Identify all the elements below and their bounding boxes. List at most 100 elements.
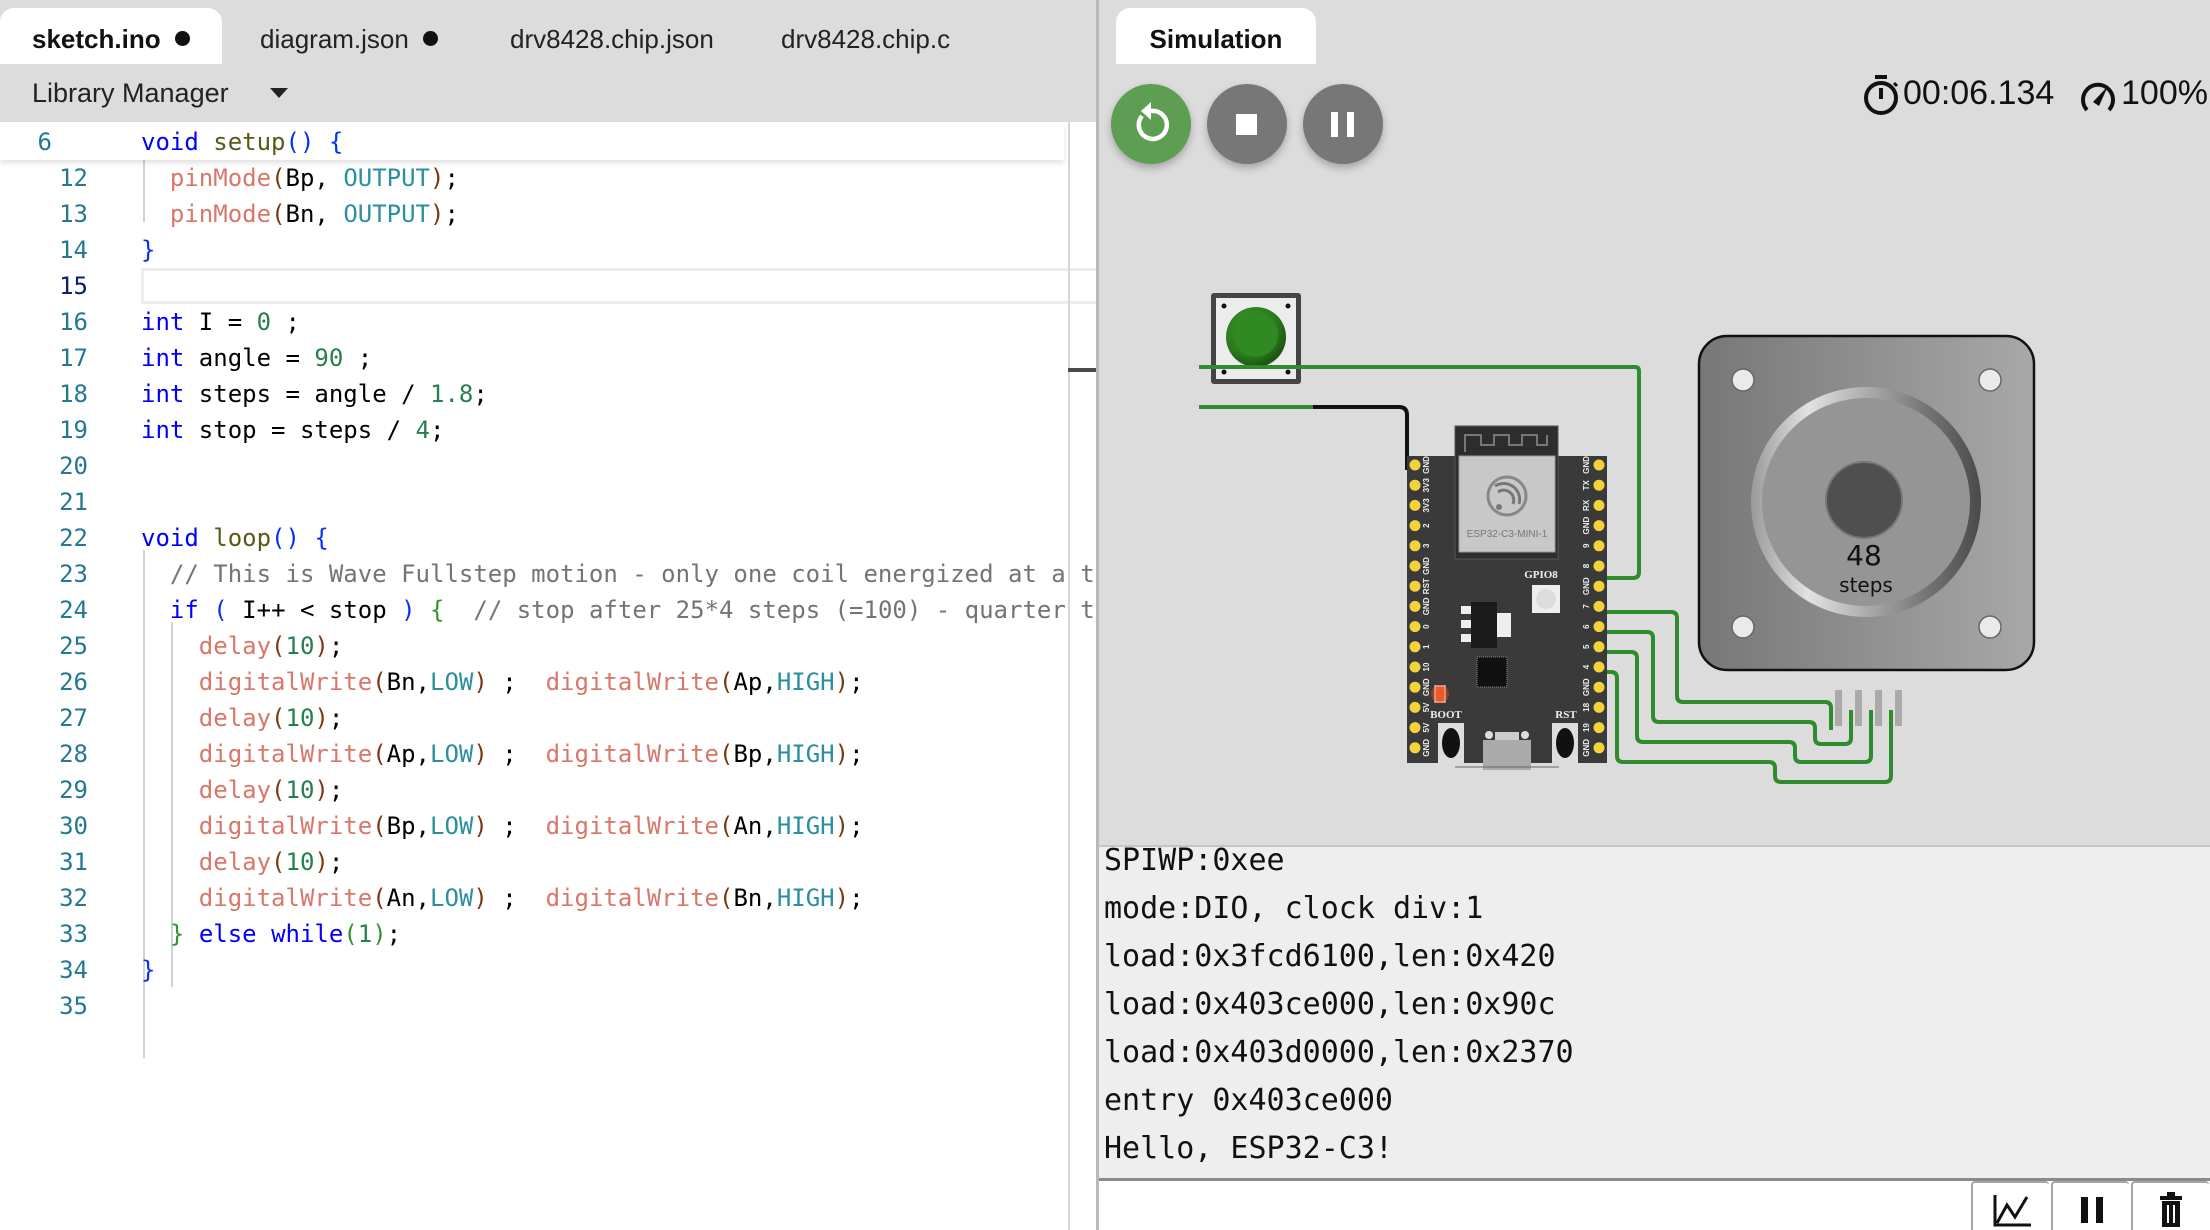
stepper-position-unit: steps (1839, 573, 1893, 597)
code-line[interactable]: 14} (0, 232, 1068, 268)
code-line[interactable]: 13 pinMode(Bn, OUTPUT); (0, 196, 1068, 232)
board-pin[interactable] (1593, 681, 1605, 693)
wire-gpio4-to-stepper[interactable] (1599, 670, 1893, 784)
scrollbar-position-marker[interactable] (1068, 368, 1096, 372)
code-line[interactable]: 17 int angle = 90 ; (0, 340, 1068, 376)
code-text: delay(10); (198, 704, 344, 732)
board-pin[interactable] (1593, 742, 1605, 754)
board-pin[interactable] (1593, 499, 1605, 511)
serial-output-line: SPIWP:0xee (1104, 845, 1285, 878)
code-line[interactable]: 23 // This is Wave Fullstep motion - onl… (0, 556, 1095, 592)
board-pin-label: GND (1582, 678, 1591, 696)
elapsed-time: 00:06.134 (1903, 74, 2055, 112)
board-pin[interactable] (1409, 499, 1421, 511)
board-pin[interactable] (1409, 701, 1421, 713)
gpio8-led-label: GPIO8 (1524, 569, 1558, 581)
board-pin-label: 4 (1582, 664, 1591, 669)
circuit-diagram[interactable]: ESP32-C3-MINI-1 GPIO8 BOOT RST GND 3V3 3V3… (1099, 170, 2210, 845)
editor-vertical-scrollbar[interactable] (1068, 122, 1070, 1230)
serial-plotter-button[interactable] (1971, 1181, 2049, 1230)
library-manager-button[interactable]: Library Manager (32, 78, 229, 109)
code-editor[interactable]: 6 void setup() {12 pinMode(Bp, OUTPUT); 13… (0, 122, 1096, 1230)
board-pin[interactable] (1409, 560, 1421, 572)
editor-pane: sketch.ino diagram.json drv8428.chip.jso… (0, 0, 1096, 1230)
board-pin[interactable] (1409, 580, 1421, 592)
mount-hole (1978, 368, 2002, 392)
code-line[interactable]: 24 if ( I++ < stop ) { // stop after 25*… (0, 592, 1095, 628)
code-text: delay(10); (198, 848, 344, 876)
board-pin[interactable] (1409, 661, 1421, 673)
code-line[interactable]: 26 digitalWrite(Bn,LOW) ; digitalWrite(A… (0, 664, 1068, 700)
serial-clear-button[interactable] (2131, 1181, 2209, 1230)
mount-hole (1978, 615, 2002, 639)
code-line[interactable]: 15 (0, 268, 1068, 304)
code-line[interactable]: 27 delay(10); (0, 700, 1068, 736)
code-line[interactable]: 12 pinMode(Bp, OUTPUT); (0, 160, 1068, 196)
board-pin[interactable] (1409, 621, 1421, 633)
serial-pause-button[interactable] (2051, 1181, 2129, 1230)
board-pin[interactable] (1409, 681, 1421, 693)
sticky-scroll-line[interactable]: 6 void setup() { (0, 124, 1064, 160)
code-line[interactable]: 22 void loop() { (0, 520, 1068, 556)
code-line[interactable]: 31 delay(10); (0, 844, 1068, 880)
restart-simulation-button[interactable] (1111, 84, 1191, 164)
serial-monitor-output[interactable]: SPIWP:0xee mode:DIO, clock div:1 load:0x3f… (1099, 845, 2210, 1180)
code-line[interactable]: 35 (0, 988, 1068, 1024)
code-line[interactable]: 16 int I = 0 ; (0, 304, 1068, 340)
tab-drv8428-chip-c[interactable]: drv8428.chip.c (749, 8, 982, 64)
tab-drv8428-chip-json[interactable]: drv8428.chip.json (478, 8, 746, 64)
code-line[interactable]: 18 int steps = angle / 1.8; (0, 376, 1068, 412)
code-line[interactable]: 34} (0, 952, 1068, 988)
serial-input[interactable] (1099, 1181, 1971, 1230)
board-pin[interactable] (1409, 742, 1421, 754)
line-number: 13 (59, 200, 88, 228)
code-line[interactable]: 32 digitalWrite(An,LOW) ; digitalWrite(B… (0, 880, 1068, 916)
board-pin[interactable] (1593, 560, 1605, 572)
board-pin[interactable] (1409, 540, 1421, 552)
esp32-c3-devkit-board[interactable]: ESP32-C3-MINI-1 GPIO8 BOOT RST GND 3V3 3V3… (1407, 425, 1607, 770)
stop-simulation-button[interactable] (1207, 84, 1287, 164)
board-pin[interactable] (1409, 600, 1421, 612)
tab-simulation[interactable]: Simulation (1116, 8, 1316, 64)
tab-diagram-json[interactable]: diagram.json (228, 8, 470, 64)
dropdown-caret-icon[interactable] (270, 88, 288, 98)
pushbutton[interactable] (1199, 293, 1313, 409)
board-pin-label: 5 (1582, 644, 1591, 649)
mount-hole (1731, 615, 1755, 639)
board-pin[interactable] (1593, 580, 1605, 592)
code-text: digitalWrite(Bp,LOW) ; digitalWrite(An,H… (198, 812, 864, 840)
board-pin[interactable] (1409, 479, 1421, 491)
code-line[interactable]: 19 int stop = steps / 4; (0, 412, 1068, 448)
code-line[interactable]: 21 (0, 484, 1068, 520)
board-pin[interactable] (1593, 520, 1605, 532)
board-pin[interactable] (1593, 600, 1605, 612)
pause-simulation-button[interactable] (1303, 84, 1383, 164)
board-pin-label: GND (1582, 739, 1591, 757)
code-line[interactable]: 33 } else while(1); (0, 916, 1068, 952)
board-pin[interactable] (1593, 540, 1605, 552)
board-pin[interactable] (1593, 661, 1605, 673)
code-line[interactable]: 25 delay(10); (0, 628, 1068, 664)
pane-resize-divider[interactable] (1096, 0, 1099, 1230)
code-line[interactable]: 28 digitalWrite(Ap,LOW) ; digitalWrite(B… (0, 736, 1068, 772)
code-line[interactable]: 29 delay(10); (0, 772, 1068, 808)
board-pin[interactable] (1409, 641, 1421, 653)
board-pin[interactable] (1409, 459, 1421, 471)
board-pin[interactable] (1593, 641, 1605, 653)
code-text: digitalWrite(Ap,LOW) ; digitalWrite(Bp,H… (198, 740, 864, 768)
code-text: // This is Wave Fullstep motion - only o… (169, 560, 1095, 588)
board-pin[interactable] (1593, 459, 1605, 471)
board-pin[interactable] (1409, 722, 1421, 734)
board-pin[interactable] (1593, 722, 1605, 734)
stepper-motor[interactable]: 48 steps (1697, 334, 2036, 726)
board-pin[interactable] (1593, 621, 1605, 633)
board-pin[interactable] (1593, 479, 1605, 491)
line-number: 6 (37, 128, 52, 156)
library-manager-bar: Library Manager (0, 64, 1096, 122)
wire-button-to-gnd[interactable] (1214, 405, 1409, 470)
code-line[interactable]: 30 digitalWrite(Bp,LOW) ; digitalWrite(A… (0, 808, 1068, 844)
code-line[interactable]: 20 (0, 448, 1068, 484)
board-pin[interactable] (1409, 520, 1421, 532)
tab-sketch-ino[interactable]: sketch.ino (0, 8, 222, 64)
board-pin[interactable] (1593, 701, 1605, 713)
